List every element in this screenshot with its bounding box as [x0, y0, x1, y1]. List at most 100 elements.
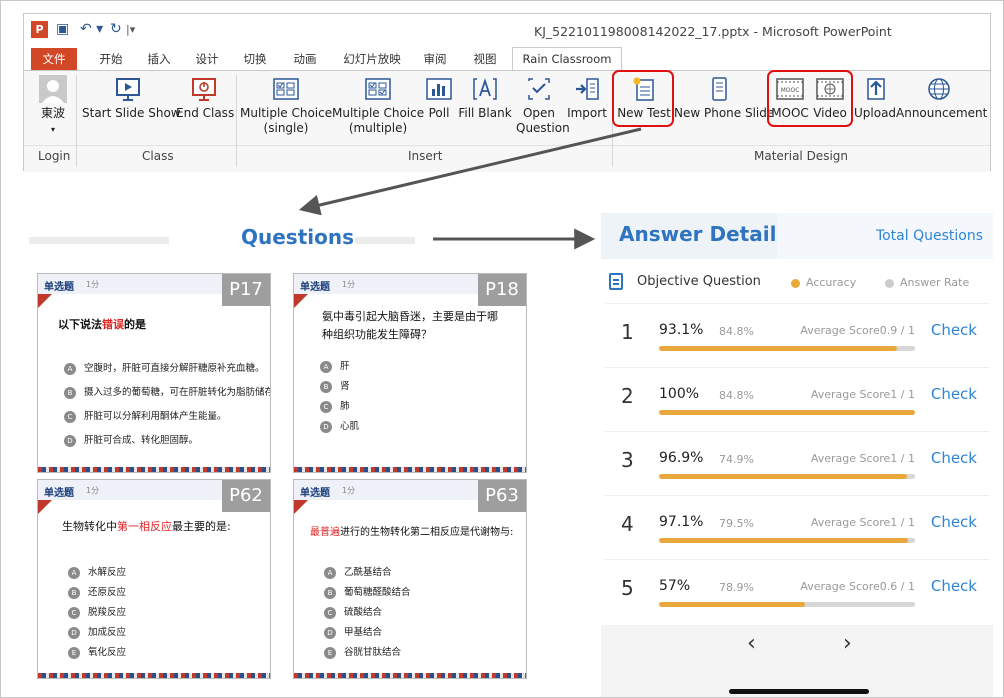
option-letter-badge: E [324, 646, 336, 659]
accuracy-bar [659, 346, 915, 351]
questions-title: Questions [241, 225, 355, 249]
check-link[interactable]: Check [931, 449, 977, 467]
accuracy-bar [659, 410, 915, 415]
slide-corner-decoration [294, 500, 308, 514]
question-number: 3 [621, 448, 634, 472]
question-number: 1 [621, 320, 634, 344]
option-letter-badge: B [68, 586, 80, 599]
question-slide-p17[interactable]: 单选题 1分 P17 以下说法错误的是 A 空腹时，肝脏可直接分解肝糖原补充血糖。… [37, 273, 271, 473]
option-letter-badge: D [320, 420, 332, 433]
questions-divider-right [355, 237, 415, 244]
slide-footer-pattern [294, 673, 526, 678]
answer-option: D 加成反应 [68, 624, 126, 639]
slide-number-tag: P18 [478, 274, 526, 306]
answer-header: Answer Details Total Questions [601, 213, 993, 259]
question-slide-p18[interactable]: 单选题 1分 P18 氨中毒引起大脑昏迷，主要是由于哪种组织功能发生障碍？ A肝… [293, 273, 527, 473]
answer-option: A 空腹时，肝脏可直接分解肝糖原补充血糖。 [64, 360, 265, 375]
question-number: 5 [621, 576, 634, 600]
previous-page-button[interactable]: ‹ [747, 631, 756, 656]
check-link[interactable]: Check [931, 385, 977, 403]
question-text: 最普遍进行的生物转化第二相反应是代谢物与: [310, 527, 514, 538]
question-type: 单选题 [300, 282, 330, 293]
answer-option: B 葡萄糖醛酸结合 [324, 584, 411, 599]
check-link[interactable]: Check [931, 513, 977, 531]
accuracy-bar-fill [659, 474, 908, 479]
question-text: 氨中毒引起大脑昏迷，主要是由于哪种组织功能发生障碍？ [322, 310, 498, 341]
option-letter-badge: A [320, 360, 332, 373]
slide-number-tag: P62 [222, 480, 270, 512]
answer-row: 4 97.1% 79.5% Average Score1 / 1 Check [605, 496, 989, 560]
question-type: 单选题 [44, 282, 74, 293]
accuracy-value: 96.9% [659, 450, 704, 466]
answer-legend: Objective Question Accuracy Answer Rate [601, 269, 993, 295]
answer-row: 2 100% 84.8% Average Score1 / 1 Check [605, 368, 989, 432]
answer-option: C 硫酸结合 [324, 604, 382, 619]
answer-rate-value: 84.8% [719, 389, 754, 402]
question-score: 1分 [86, 280, 100, 289]
option-letter-badge: C [68, 606, 80, 619]
answer-option: B 摄入过多的葡萄糖，可在肝脏转化为脂肪储存。 [64, 384, 270, 399]
question-score: 1分 [342, 486, 356, 495]
average-score: Average Score0.9 / 1 [800, 324, 915, 337]
option-letter-badge: C [320, 400, 332, 413]
option-letter-badge: B [320, 380, 332, 393]
total-questions-label: Total Questions [875, 228, 983, 244]
accuracy-dot-icon [791, 278, 800, 288]
question-type: 单选题 [44, 488, 74, 499]
answer-option: B肾 [320, 378, 350, 393]
answer-rate-value: 79.5% [719, 517, 754, 530]
option-letter-badge: C [324, 606, 336, 619]
average-score: Average Score0.6 / 1 [800, 580, 915, 593]
home-indicator [729, 689, 869, 694]
answer-option: A 乙酰基结合 [324, 564, 392, 579]
question-number: 2 [621, 384, 634, 408]
answer-option: C 脱羧反应 [68, 604, 126, 619]
answer-option: A肝 [320, 358, 350, 373]
accuracy-bar-fill [659, 602, 805, 607]
arrow-new-test-to-questions [298, 127, 642, 216]
option-letter-badge: A [64, 362, 76, 375]
figure-root: P ▣ ↶ ▾ ↻ |▾ KJ_522101198008142022_17.pp… [0, 0, 1004, 698]
question-number: 4 [621, 512, 634, 536]
slide-corner-decoration [38, 294, 52, 308]
answer-details-panel: Answer Details Total Questions Objective… [601, 213, 993, 697]
answer-details-title[interactable]: Answer Details [619, 222, 788, 246]
answer-option: C 肝脏可以分解利用酮体产生能量。 [64, 408, 227, 423]
slide-corner-decoration [294, 294, 308, 308]
answer-row: 3 96.9% 74.9% Average Score1 / 1 Check [605, 432, 989, 496]
tab-total-questions[interactable]: Total Questions [777, 213, 993, 259]
option-letter-badge: A [68, 566, 80, 579]
question-text: 生物转化中第一相反应最主要的是: [62, 520, 231, 533]
option-letter-badge: D [324, 626, 336, 639]
legend-answer-rate: Answer Rate [885, 276, 969, 289]
option-letter-badge: B [64, 386, 76, 399]
answer-option: D 甲基结合 [324, 624, 382, 639]
answer-row: 1 93.1% 84.8% Average Score0.9 / 1 Check [605, 304, 989, 368]
accuracy-value: 100% [659, 386, 700, 402]
answer-option: D 心肌 [320, 418, 359, 433]
answer-rate-value: 78.9% [719, 581, 754, 594]
check-link[interactable]: Check [931, 321, 977, 339]
document-icon [609, 273, 623, 290]
question-score: 1分 [86, 486, 100, 495]
accuracy-value: 93.1% [659, 322, 704, 338]
answer-row: 5 57% 78.9% Average Score0.6 / 1 Check [605, 560, 989, 624]
answer-option: C肺 [320, 398, 350, 413]
answer-option: B 还原反应 [68, 584, 126, 599]
question-type: 单选题 [300, 488, 330, 499]
question-text: 以下说法错误的是 [58, 318, 146, 331]
check-link[interactable]: Check [931, 577, 977, 595]
answer-rate-value: 84.8% [719, 325, 754, 338]
answer-option: A 水解反应 [68, 564, 126, 579]
accuracy-bar [659, 538, 915, 543]
legend-accuracy: Accuracy [791, 276, 856, 289]
accuracy-value: 97.1% [659, 514, 704, 530]
question-slide-p63[interactable]: 单选题 1分 P63 最普遍进行的生物转化第二相反应是代谢物与: A 乙酰基结合 … [293, 479, 527, 679]
question-slide-p62[interactable]: 单选题 1分 P62 生物转化中第一相反应最主要的是: A 水解反应 B 还原反应 … [37, 479, 271, 679]
next-page-button[interactable]: › [843, 631, 852, 656]
option-letter-badge: D [64, 434, 76, 447]
option-letter-badge: C [64, 410, 76, 423]
slide-number-tag: P63 [478, 480, 526, 512]
answer-list: 1 93.1% 84.8% Average Score0.9 / 1 Check… [605, 303, 989, 621]
accuracy-bar [659, 602, 915, 607]
